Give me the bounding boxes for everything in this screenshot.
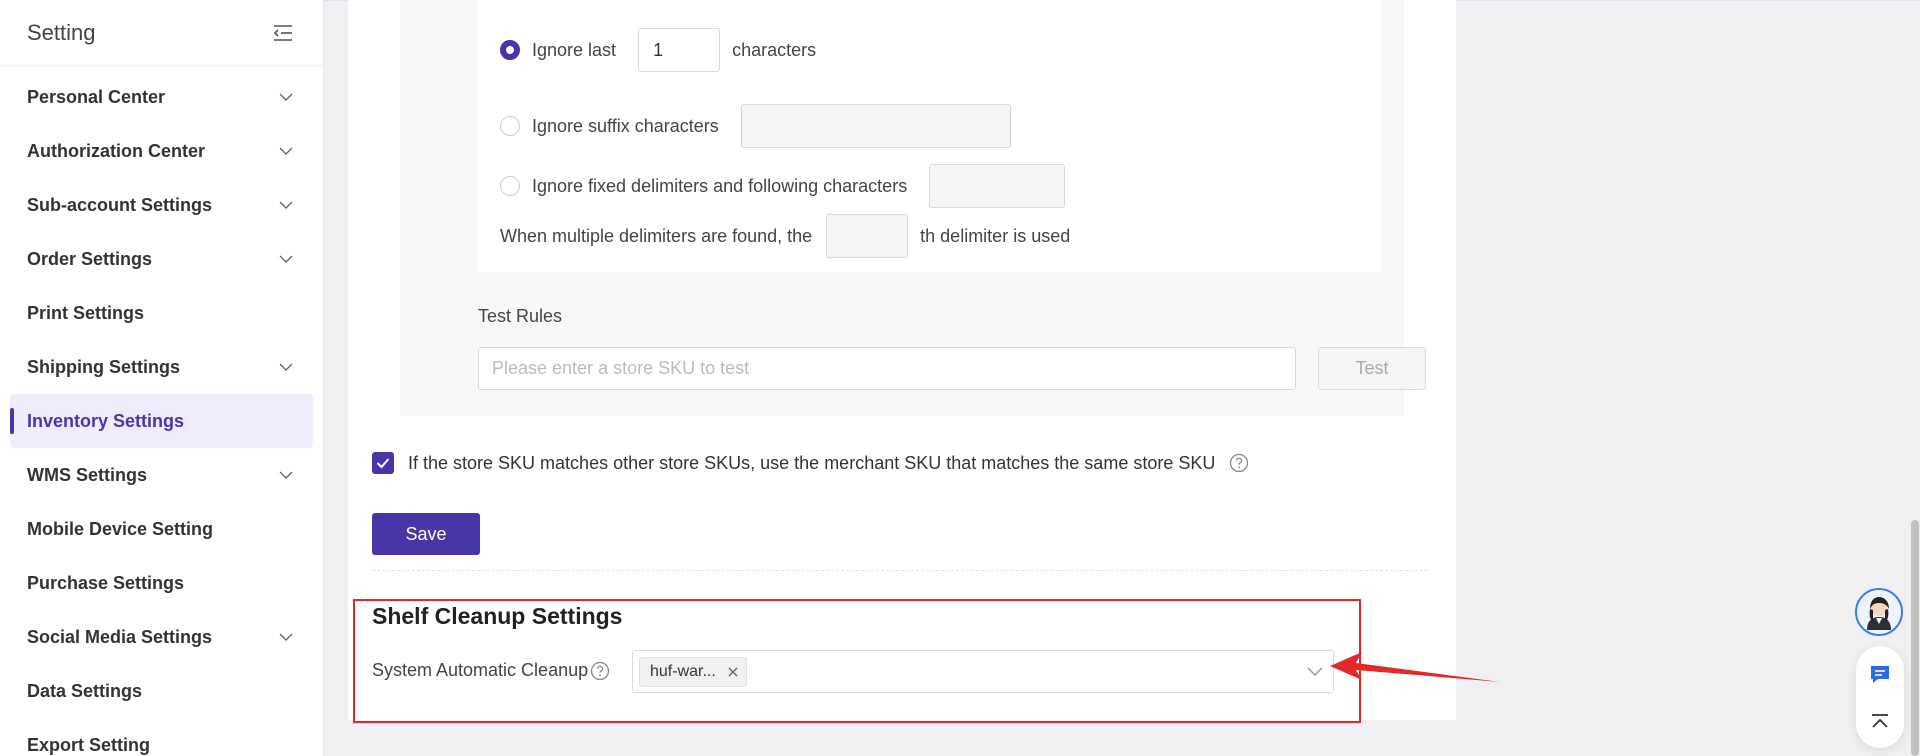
- chevron-down-icon: [276, 627, 296, 647]
- sidebar-item-wms-settings[interactable]: WMS Settings: [10, 448, 313, 502]
- sidebar-item-label: Mobile Device Setting: [27, 518, 214, 539]
- ignore-suffix-label: Ignore suffix characters: [532, 115, 719, 136]
- ignore-last-label: Ignore last: [532, 39, 617, 60]
- merchant-sku-checkbox[interactable]: [372, 452, 394, 474]
- sidebar-item-data-settings[interactable]: Data Settings: [10, 664, 313, 718]
- chevron-down-icon: [276, 357, 296, 377]
- annotation-arrow-icon: [1330, 652, 1500, 682]
- chevron-down-icon: [276, 465, 296, 485]
- sidebar-item-print-settings[interactable]: Print Settings: [10, 286, 313, 340]
- multiple-delimiters-prefix: When multiple delimiters are found, the: [500, 225, 813, 246]
- help-icon[interactable]: [1229, 453, 1249, 473]
- multiple-delimiters-suffix: th delimiter is used: [920, 225, 1071, 246]
- chat-icon[interactable]: [1856, 654, 1904, 694]
- chevron-down-icon: [276, 87, 296, 107]
- ignore-suffix-radio[interactable]: [500, 116, 520, 136]
- main-panel: Ignore last characters Ignore suffix cha…: [348, 0, 1456, 723]
- sidebar-header: Setting: [0, 0, 323, 66]
- sidebar-item-inventory-settings[interactable]: Inventory Settings: [10, 394, 313, 448]
- sidebar-item-personal-center[interactable]: Personal Center: [10, 70, 313, 124]
- test-rules-label: Test Rules: [478, 306, 563, 326]
- shelf-cleanup-title: Shelf Cleanup Settings: [372, 603, 623, 629]
- sidebar-item-label: Sub-account Settings: [27, 194, 213, 215]
- collapse-menu-icon[interactable]: [271, 21, 295, 45]
- delimiter-index-input[interactable]: [826, 214, 909, 258]
- sidebar-title: Setting: [27, 19, 96, 45]
- sidebar-item-label: Authorization Center: [27, 140, 205, 161]
- sidebar-item-authorization-center[interactable]: Authorization Center: [10, 124, 313, 178]
- sidebar-item-label: Order Settings: [27, 248, 153, 269]
- sku-rules-box: Ignore last characters Ignore suffix cha…: [400, 0, 1426, 416]
- merchant-sku-option: If the store SKU matches other store SKU…: [372, 452, 1249, 474]
- cleanup-label-group: System Automatic Cleanup: [372, 660, 610, 681]
- floating-toolbar: [1856, 646, 1904, 748]
- back-to-top-icon[interactable]: [1856, 702, 1904, 742]
- tag-close-icon[interactable]: [728, 667, 738, 677]
- sidebar-item-order-settings[interactable]: Order Settings: [10, 232, 313, 286]
- ignore-delimiters-radio[interactable]: [500, 176, 520, 196]
- sidebar-item-social-media-settings[interactable]: Social Media Settings: [10, 610, 313, 664]
- sidebar-item-label: Personal Center: [27, 86, 166, 107]
- sidebar: Setting Personal Center Authorization Cen…: [0, 0, 324, 756]
- cleanup-help-icon[interactable]: [590, 661, 610, 681]
- ignore-suffix-input[interactable]: [740, 104, 1011, 148]
- ignore-last-radio[interactable]: [500, 40, 520, 60]
- ignore-last-row: Ignore last characters: [500, 28, 816, 72]
- chevron-down-icon: [1305, 662, 1325, 682]
- ignore-suffix-row: Ignore suffix characters: [500, 104, 1011, 148]
- chevron-down-icon: [276, 195, 296, 215]
- support-avatar[interactable]: [1855, 588, 1903, 636]
- sidebar-item-export-setting[interactable]: Export Setting: [10, 718, 313, 756]
- sidebar-item-label: Data Settings: [27, 680, 143, 701]
- sidebar-item-label: Export Setting: [27, 734, 151, 755]
- sidebar-item-label: Purchase Settings: [27, 572, 185, 593]
- selected-tag-label: huf-war...: [650, 662, 716, 680]
- chevron-down-icon: [276, 249, 296, 269]
- multiple-delimiters-row: When multiple delimiters are found, the …: [500, 214, 1070, 258]
- chevron-down-icon: [276, 141, 296, 161]
- selected-tag: huf-war...: [639, 656, 747, 687]
- sidebar-item-sub-account-settings[interactable]: Sub-account Settings: [10, 178, 313, 232]
- sidebar-item-label: Shipping Settings: [27, 356, 180, 377]
- ignore-delimiters-row: Ignore fixed delimiters and following ch…: [500, 164, 1066, 208]
- sidebar-item-label: WMS Settings: [27, 464, 147, 485]
- sidebar-nav: Personal Center Authorization Center Sub-a…: [0, 66, 323, 756]
- page-scrollbar[interactable]: [1911, 520, 1919, 756]
- merchant-sku-label: If the store SKU matches other store SKU…: [408, 452, 1216, 473]
- cleanup-warehouse-select[interactable]: huf-war...: [632, 650, 1334, 693]
- sku-rules-options: Ignore last characters Ignore suffix cha…: [478, 0, 1382, 272]
- sidebar-item-label: Print Settings: [27, 302, 145, 323]
- system-automatic-cleanup-label: System Automatic Cleanup: [372, 660, 589, 680]
- save-button[interactable]: Save: [372, 513, 480, 555]
- ignore-delimiters-label: Ignore fixed delimiters and following ch…: [532, 175, 908, 196]
- section-divider: [372, 570, 1428, 571]
- ignore-delimiters-input[interactable]: [929, 164, 1066, 208]
- sidebar-item-label: Social Media Settings: [27, 626, 213, 647]
- ignore-last-suffix: characters: [732, 39, 817, 60]
- test-sku-input[interactable]: Please enter a store SKU to test: [478, 347, 1296, 390]
- test-button[interactable]: Test: [1318, 347, 1426, 390]
- sidebar-item-label: Inventory Settings: [27, 410, 185, 431]
- sidebar-item-shipping-settings[interactable]: Shipping Settings: [10, 340, 313, 394]
- sidebar-item-mobile-device-setting[interactable]: Mobile Device Setting: [10, 502, 313, 556]
- ignore-last-input[interactable]: [638, 28, 721, 72]
- sidebar-item-purchase-settings[interactable]: Purchase Settings: [10, 556, 313, 610]
